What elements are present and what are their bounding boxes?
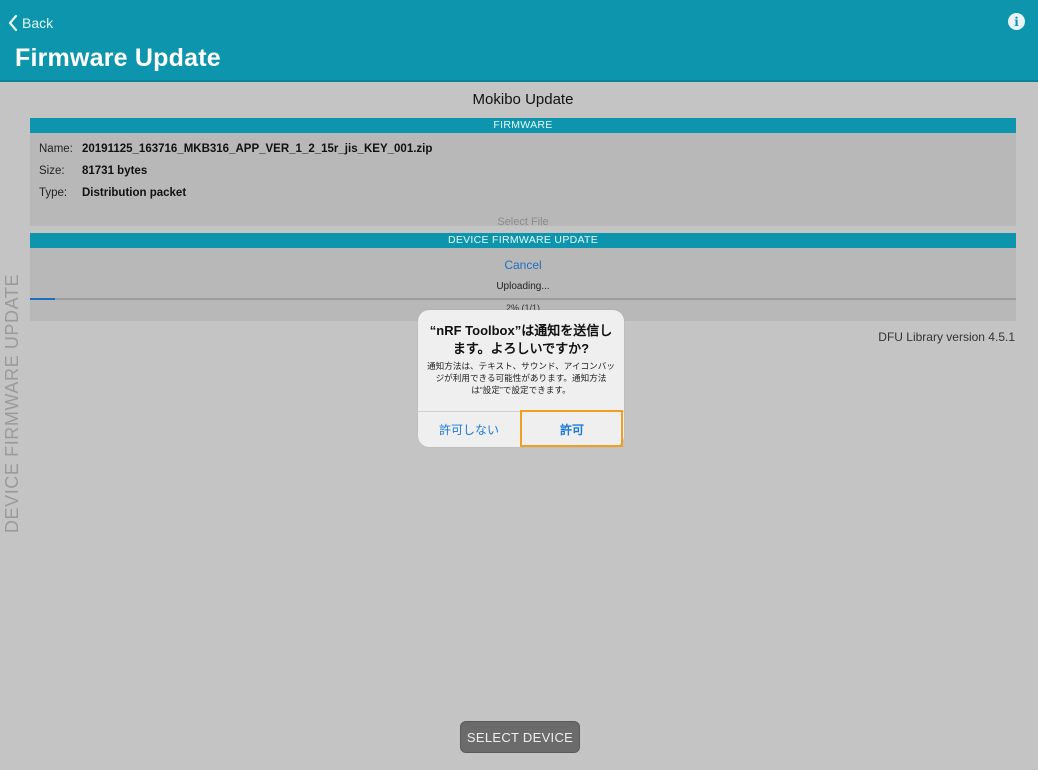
back-button[interactable]: Back (8, 12, 53, 34)
deny-button[interactable]: 許可しない (418, 412, 520, 447)
side-label: DEVICE FIRMWARE UPDATE (2, 273, 23, 533)
notification-alert: “nRF Toolbox”は通知を送信します。よろしいですか? 通知方法は、テキ… (418, 310, 624, 447)
info-icon[interactable]: i (1008, 13, 1025, 30)
select-file-button[interactable]: Select File (30, 216, 1016, 228)
firmware-panel: Name: 20191125_163716_MKB316_APP_VER_1_2… (30, 133, 1016, 228)
library-version: DFU Library version 4.5.1 (878, 330, 1015, 344)
progress-bar (30, 298, 1016, 300)
name-value: 20191125_163716_MKB316_APP_VER_1_2_15r_j… (82, 143, 433, 155)
name-key: Name: (39, 143, 73, 155)
alert-title: “nRF Toolbox”は通知を送信します。よろしいですか? (429, 323, 613, 356)
allow-button[interactable]: 許可 (521, 412, 623, 447)
alert-message: 通知方法は、テキスト、サウンド、アイコンバッジが利用できる可能性があります。通知… (427, 361, 615, 395)
firmware-size-row: Size: 81731 bytes (39, 165, 147, 177)
type-key: Type: (39, 187, 68, 199)
dfu-section-header: DEVICE FIRMWARE UPDATE (30, 233, 1016, 248)
size-key: Size: (39, 165, 65, 177)
firmware-type-row: Type: Distribution packet (39, 187, 186, 199)
chevron-left-icon (8, 15, 18, 31)
back-label: Back (22, 15, 54, 31)
cancel-button[interactable]: Cancel (30, 258, 1016, 272)
type-value: Distribution packet (82, 187, 187, 199)
progress-fill (30, 298, 55, 300)
page-title: Firmware Update (15, 44, 221, 72)
app-title: Mokibo Update (472, 91, 574, 108)
side-label-container: DEVICE FIRMWARE UPDATE (2, 273, 24, 532)
select-device-button[interactable]: SELECT DEVICE (460, 721, 580, 753)
upload-status: Uploading... (496, 281, 550, 292)
firmware-section-header: FIRMWARE (30, 118, 1016, 133)
firmware-name-row: Name: 20191125_163716_MKB316_APP_VER_1_2… (39, 143, 432, 155)
navigation-bar: Back i Firmware Update (0, 0, 1038, 82)
size-value: 81731 bytes (82, 165, 148, 177)
